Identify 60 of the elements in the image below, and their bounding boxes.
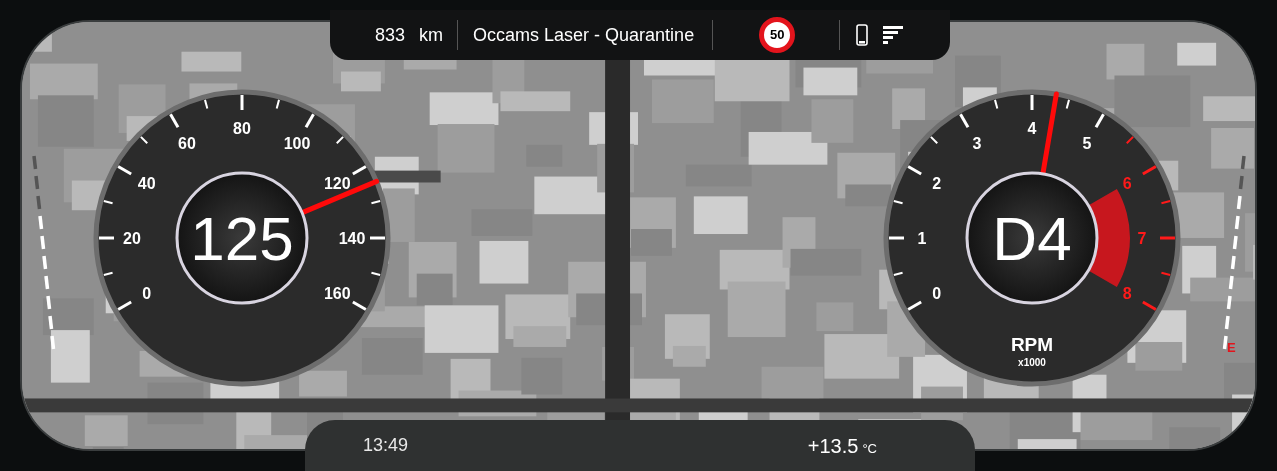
building [651, 79, 714, 124]
tick-label: 140 [338, 230, 366, 247]
minor-tick [1065, 98, 1070, 110]
minor-tick [1160, 271, 1172, 276]
tick-label: 120 [323, 175, 351, 192]
tick-label: 7 [1137, 230, 1147, 247]
minor-tick [892, 200, 904, 205]
minor-tick [1160, 200, 1172, 205]
list-icon[interactable] [883, 25, 904, 45]
building [479, 240, 529, 284]
building [1211, 128, 1254, 169]
minor-tick [370, 271, 382, 276]
distance-value: 833 [375, 23, 406, 47]
multiplier-label: x1000 [1018, 357, 1046, 368]
building [1203, 96, 1255, 122]
tick-label: 0 [142, 285, 152, 302]
tick-label: 3 [972, 134, 982, 152]
minor-tick [929, 135, 939, 145]
building [299, 370, 347, 397]
speed-limit-sign: 50 [759, 17, 796, 53]
minor-tick [335, 135, 345, 145]
tick-label: 1 [917, 230, 927, 247]
temperature-unit: °C [862, 439, 877, 458]
distance-unit: km [419, 23, 444, 47]
minor-tick [204, 98, 209, 110]
building [727, 281, 786, 338]
clock-time: 13:49 [363, 434, 409, 457]
temperature-value: +13.5 [807, 433, 859, 459]
tick-label: 6 [1122, 175, 1132, 192]
minor-tick [102, 271, 114, 276]
minor-tick [994, 98, 999, 110]
building [361, 338, 423, 375]
tick-label: 2 [932, 175, 942, 192]
minor-tick [102, 200, 114, 205]
minor-tick [370, 200, 382, 205]
speed-reading: 125 [190, 204, 294, 273]
tick-label: 8 [1122, 285, 1132, 302]
minor-tick [275, 98, 280, 110]
track-title: Occams Laser - Quarantine [473, 23, 695, 47]
minor-tick [139, 135, 149, 145]
tick-label: 40 [137, 175, 156, 192]
fuel-empty-label: E [1227, 339, 1236, 357]
tick-label: 160 [323, 285, 351, 302]
tick-label: 100 [283, 134, 311, 152]
building [693, 196, 748, 234]
tick-label: 60 [178, 134, 196, 152]
tick-label: 80 [233, 120, 251, 137]
tick-label: 0 [932, 285, 942, 302]
building [37, 95, 94, 147]
unit-label: RPM [1010, 334, 1054, 355]
gear-reading: D4 [992, 204, 1072, 273]
minor-tick [1125, 135, 1135, 145]
tick-label: 4 [1027, 120, 1037, 137]
phone-icon[interactable] [856, 24, 869, 46]
tick-label: 20 [123, 230, 141, 247]
building [50, 330, 90, 383]
building [1177, 42, 1217, 66]
building [181, 51, 242, 72]
minor-tick [892, 271, 904, 276]
tick-label: 5 [1082, 134, 1092, 152]
